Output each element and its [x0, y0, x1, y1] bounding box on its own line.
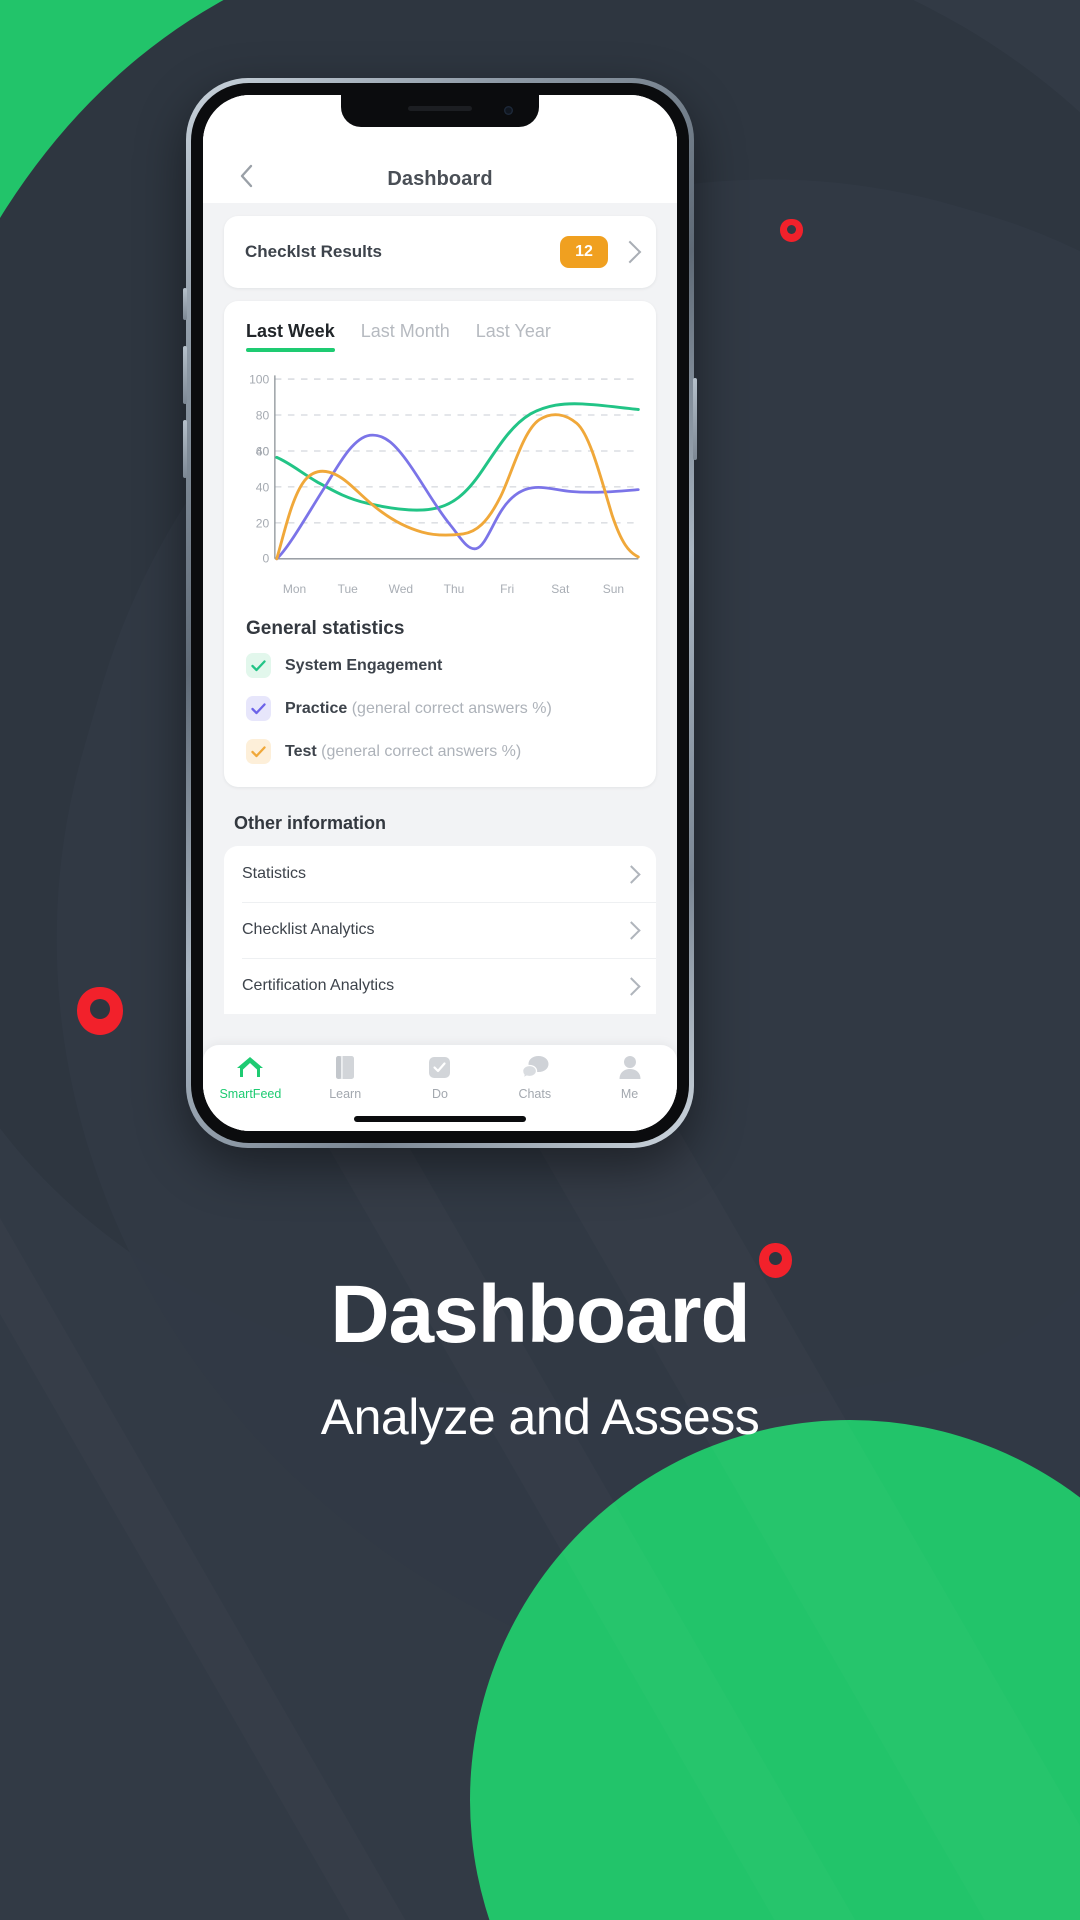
location-pin-icon	[780, 219, 803, 242]
legend-label-test: Test (general correct answers %)	[285, 743, 521, 761]
chart-x-tick: Mon	[282, 582, 307, 596]
svg-text:40: 40	[256, 481, 270, 495]
other-row-checklist-analytics[interactable]: Checklist Analytics	[224, 902, 656, 958]
check-icon	[251, 659, 266, 671]
other-row-label: Certification Analytics	[242, 977, 395, 994]
app-screen: Dashboard Checklst Results 12 Last Week …	[203, 95, 677, 1131]
phone-mute-switch	[183, 288, 187, 320]
chevron-right-icon	[622, 864, 641, 884]
legend-item-system-engagement[interactable]: System Engagement	[224, 644, 656, 687]
other-row-statistics[interactable]: Statistics	[224, 846, 656, 902]
svg-text:0: 0	[263, 552, 270, 566]
chart-gridlines	[274, 378, 639, 524]
other-row-label: Checklist Analytics	[242, 921, 375, 938]
tab-me[interactable]: Me	[582, 1053, 677, 1101]
tab-chats[interactable]: Chats	[487, 1053, 582, 1101]
checkbox-system-engagement[interactable]	[246, 653, 271, 678]
chart-x-tick: Tue	[337, 582, 358, 596]
series-line-system-engagement	[275, 402, 640, 512]
chart-x-tick: Fri	[500, 582, 515, 596]
home-indicator	[354, 1116, 526, 1122]
content-scroll-area[interactable]: Checklst Results 12 Last Week Last Month…	[203, 203, 677, 1045]
chart-x-tick: Sat	[551, 582, 570, 596]
tab-last-year[interactable]: Last Year	[476, 321, 551, 352]
checkbox-icon	[426, 1053, 453, 1081]
chart-y-tick-60: 60	[256, 445, 270, 459]
tab-label: Chats	[518, 1087, 552, 1101]
phone-notch	[341, 95, 539, 127]
line-chart: 100 80 40 x 40 20 0	[224, 352, 656, 580]
earpiece-speaker-icon	[408, 106, 472, 111]
front-camera-icon	[504, 106, 513, 115]
checklist-results-card[interactable]: Checklst Results 12	[224, 216, 656, 288]
legend-label-practice: Practice (general correct answers %)	[285, 700, 552, 718]
book-icon	[332, 1053, 358, 1081]
legend-name: Practice	[285, 699, 348, 717]
legend-item-practice[interactable]: Practice (general correct answers %)	[224, 687, 656, 730]
legend-item-test[interactable]: Test (general correct answers %)	[224, 730, 656, 773]
checklist-results-title: Checklst Results	[245, 242, 382, 261]
tab-learn[interactable]: Learn	[298, 1053, 393, 1101]
chart-y-tick-labels: 100 80 40 x 40 20 0	[249, 373, 269, 566]
chevron-left-icon	[240, 164, 253, 188]
phone-power-button	[693, 378, 697, 460]
chart-x-tick-labels: Mon Tue Wed Thu Fri Sat Sun	[224, 582, 656, 596]
svg-text:100: 100	[249, 373, 269, 387]
phone-screen: Dashboard Checklst Results 12 Last Week …	[203, 95, 677, 1131]
tab-last-month[interactable]: Last Month	[361, 321, 450, 352]
other-information-list: Statistics Checklist Analytics Certifica…	[224, 846, 656, 1014]
chart-x-tick: Wed	[388, 582, 414, 596]
svg-text:80: 80	[256, 409, 270, 423]
legend-name: Test	[285, 742, 317, 760]
checkbox-test[interactable]	[246, 739, 271, 764]
checkbox-practice[interactable]	[246, 696, 271, 721]
phone-frame: Dashboard Checklst Results 12 Last Week …	[183, 78, 697, 1148]
other-row-certification-analytics[interactable]: Certification Analytics	[224, 958, 656, 1014]
tab-label: Learn	[329, 1087, 362, 1101]
phone-volume-down-button	[183, 420, 187, 478]
promo-canvas: Dashboard Checklst Results 12 Last Week …	[0, 0, 1080, 1920]
phone-mockup: Dashboard Checklst Results 12 Last Week …	[183, 78, 697, 1148]
chevron-right-icon	[618, 240, 642, 264]
legend-sub: (general correct answers %)	[316, 742, 522, 760]
location-pin-icon	[77, 987, 123, 1035]
page-title: Dashboard	[387, 168, 493, 190]
tab-label: SmartFeed	[219, 1087, 282, 1101]
line-chart-svg: 100 80 40 x 40 20 0	[249, 373, 640, 566]
home-icon	[235, 1053, 265, 1081]
phone-body: Dashboard Checklst Results 12 Last Week …	[191, 83, 689, 1143]
legend-sub: (general correct answers %)	[347, 699, 552, 717]
other-information-title: Other information	[234, 813, 386, 833]
chat-icon	[520, 1053, 550, 1081]
chart-x-tick: Sun	[602, 582, 625, 596]
person-icon	[617, 1053, 643, 1081]
svg-text:20: 20	[256, 517, 270, 531]
tab-last-week[interactable]: Last Week	[246, 321, 335, 352]
tab-label: Me	[620, 1087, 639, 1101]
checklist-results-badge: 12	[560, 236, 608, 268]
chevron-right-icon	[622, 976, 641, 996]
chart-x-tick: Thu	[443, 582, 465, 596]
phone-volume-up-button	[183, 346, 187, 404]
tab-do[interactable]: Do	[393, 1053, 488, 1101]
legend-label-system-engagement: System Engagement	[285, 657, 442, 675]
chevron-right-icon	[622, 920, 641, 940]
back-button[interactable]	[229, 159, 263, 193]
promo-title: Dashboard	[330, 1269, 750, 1360]
legend-name: System Engagement	[285, 656, 443, 674]
check-icon	[251, 702, 266, 714]
promo-subtitle: Analyze and Assess	[320, 1389, 760, 1445]
check-icon	[251, 745, 266, 757]
tab-label: Do	[432, 1087, 448, 1101]
other-row-label: Statistics	[242, 865, 307, 882]
statistics-chart-card: Last Week Last Month Last Year 100 80 40…	[224, 301, 656, 787]
general-statistics-title: General statistics	[246, 618, 405, 639]
tab-smartfeed[interactable]: SmartFeed	[203, 1053, 298, 1101]
period-tabs: Last Week Last Month Last Year	[224, 321, 656, 352]
